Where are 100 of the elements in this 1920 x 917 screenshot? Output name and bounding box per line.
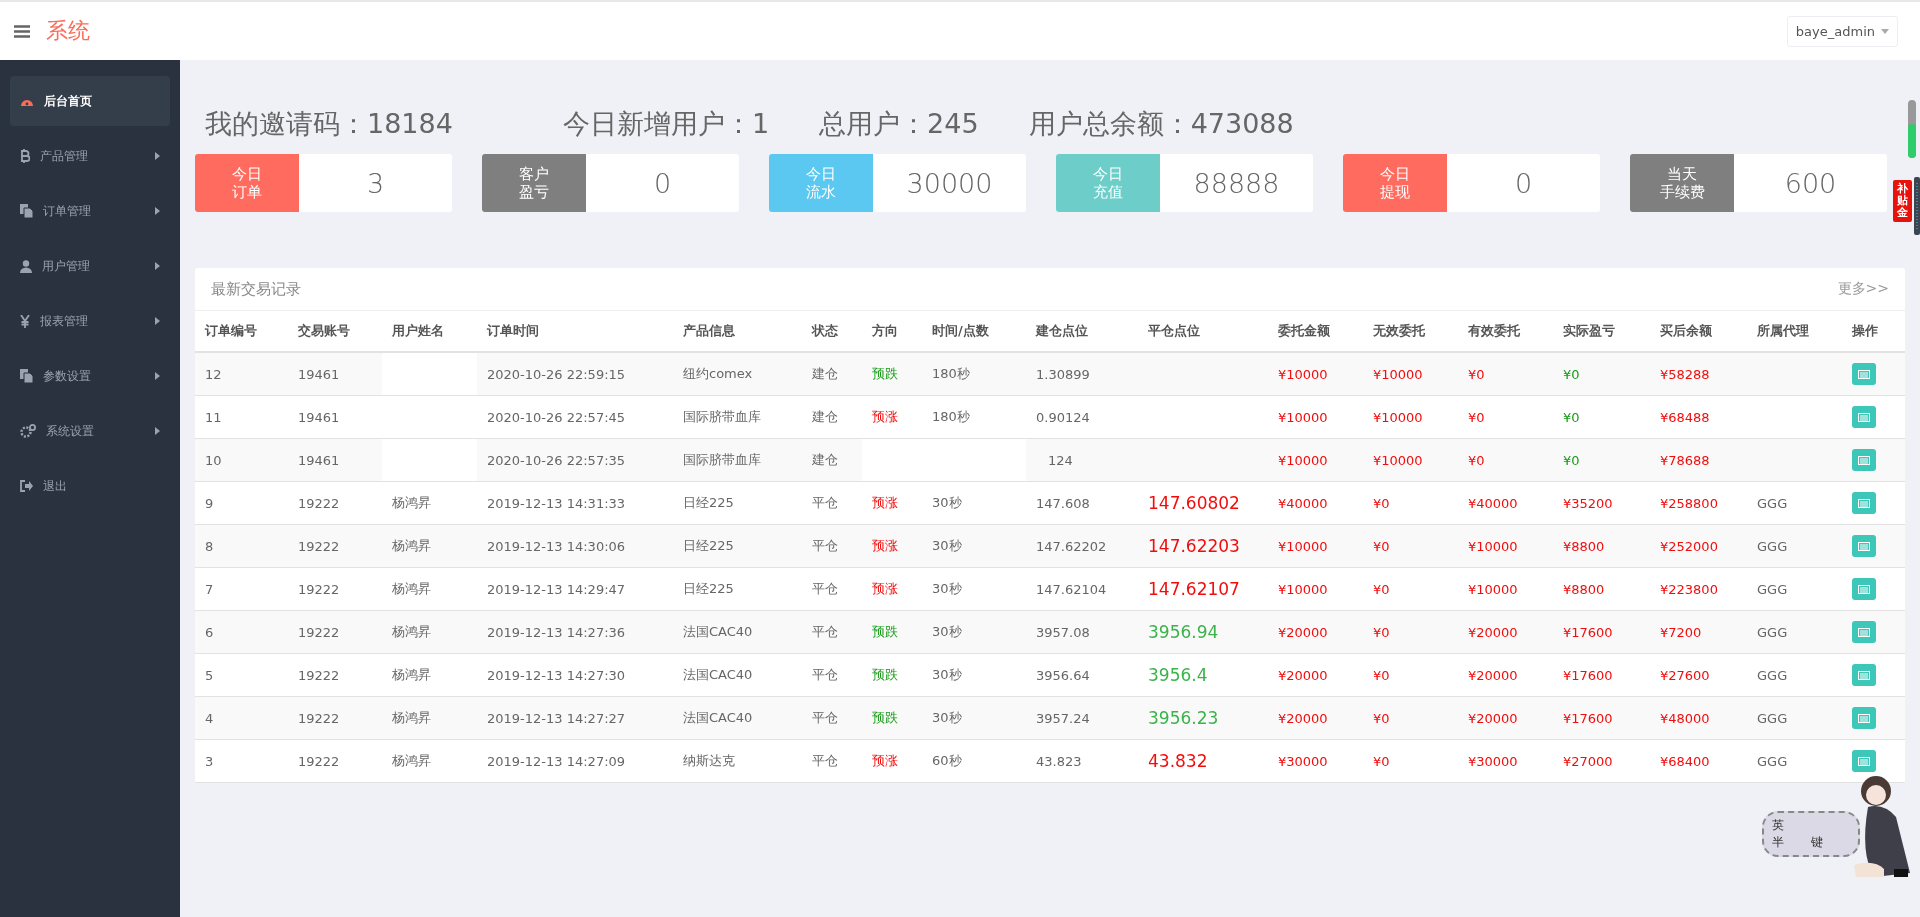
level-meter-icon (1908, 100, 1916, 158)
detail-button[interactable] (1852, 664, 1876, 686)
table-cell-text: 法国CAC40 (682, 709, 754, 727)
table-cell-text: 平仓 (811, 580, 839, 598)
table-cell-text: ¥27000 (1562, 752, 1614, 771)
table-cell-text: 147.608 (1035, 494, 1091, 513)
table-cell-text: ¥20000 (1277, 623, 1329, 642)
summary-stat: 我的邀请码：18184 (205, 107, 453, 141)
detail-button[interactable] (1852, 621, 1876, 643)
table-cell-text: 19222 (297, 580, 341, 599)
sidebar-item[interactable]: 系统设置 (10, 406, 170, 456)
stat-label: 今日 充值 (1056, 154, 1160, 212)
table-cell-text: 平仓 (811, 709, 839, 727)
table-cell-text: 1.30899 (1035, 365, 1091, 384)
table-cell-text: 147.62104 (1035, 580, 1108, 599)
more-link[interactable]: 更多>> (1837, 280, 1889, 298)
list-icon (1858, 498, 1870, 508)
table-cell-text: 杨鸿昇 (391, 537, 432, 555)
sidebar-item[interactable]: 用户管理 (10, 241, 170, 291)
detail-button[interactable] (1852, 492, 1876, 514)
table-cell-text: ¥10000 (1277, 537, 1329, 556)
caret-icon (1881, 28, 1889, 34)
table-cell-text: GGG (1756, 709, 1789, 728)
sidebar-item[interactable]: 退出 (10, 461, 170, 511)
exit-icon (20, 480, 33, 492)
subsidy-badge[interactable]: 补贴金 (1893, 180, 1912, 222)
table-cell-text: 建仓 (811, 451, 839, 469)
table-cell-text: ¥20000 (1467, 666, 1519, 685)
ime-status-bubble[interactable]: 英 半 键 (1762, 811, 1860, 857)
table-cell-text: 3956.94 (1147, 621, 1220, 644)
table-cell-text: ¥0 (1467, 451, 1486, 470)
list-icon (1858, 627, 1870, 637)
table-cell-text: ¥20000 (1467, 709, 1519, 728)
table-cell-text: 日经225 (682, 494, 735, 512)
table-cell-text: ¥40000 (1277, 494, 1329, 513)
table-cell-text: ¥10000 (1467, 580, 1519, 599)
meter-bar-icon (1914, 177, 1920, 235)
table-cell-text: 2019-12-13 14:27:36 (486, 623, 627, 642)
table-cell-text: 平仓 (811, 494, 839, 512)
column-header: 实际盈亏 (1562, 322, 1616, 340)
caret-icon (155, 317, 160, 325)
sidebar-item[interactable]: 后台首页 (10, 76, 170, 126)
detail-button[interactable] (1852, 750, 1876, 772)
table-cell-text: 杨鸿昇 (391, 709, 432, 727)
table-cell-text: ¥20000 (1277, 709, 1329, 728)
gears-icon (20, 424, 36, 438)
table-cell-text: ¥0 (1562, 408, 1581, 427)
table-cell-text: 建仓 (811, 365, 839, 383)
table-cell-text: 预涨 (871, 752, 899, 770)
table-cell-text: 9 (204, 494, 215, 513)
table-cell-text: 预跌 (871, 365, 899, 383)
stat-label: 今日 流水 (769, 154, 873, 212)
table-cell-text: 纽约comex (682, 365, 754, 383)
detail-button[interactable] (1852, 406, 1876, 428)
detail-button[interactable] (1852, 449, 1876, 471)
list-icon (1858, 455, 1870, 465)
detail-button[interactable] (1852, 535, 1876, 557)
menu-icon[interactable] (14, 24, 30, 38)
user-menu[interactable]: baye_admin (1786, 15, 1898, 47)
table-cell-text: ¥17600 (1562, 666, 1614, 685)
table-cell-text: 杨鸿昇 (391, 494, 432, 512)
table-cell-text: 预跌 (871, 623, 899, 641)
table-cell-text: ¥258800 (1659, 494, 1719, 513)
files-icon (20, 204, 33, 218)
table-cell-text: ¥17600 (1562, 623, 1614, 642)
table-cell-text: ¥48000 (1659, 709, 1711, 728)
table-cell-text: ¥0 (1467, 408, 1486, 427)
table-cell-text: 4 (204, 709, 215, 728)
table-cell-text: 预涨 (871, 408, 899, 426)
detail-button[interactable] (1852, 707, 1876, 729)
sidebar-item[interactable]: 订单管理 (10, 186, 170, 236)
table-cell-text: ¥40000 (1467, 494, 1519, 513)
detail-button[interactable] (1852, 578, 1876, 600)
table-cell-text: 30秒 (931, 623, 963, 641)
detail-button[interactable] (1852, 363, 1876, 385)
column-header: 状态 (810, 322, 839, 340)
table-cell-text: 3957.24 (1035, 709, 1091, 728)
app-title: 系统 (46, 17, 90, 45)
table-cell-text: 147.62203 (1147, 535, 1241, 558)
table-cell-text: 10 (204, 451, 223, 470)
table-cell-text: ¥10000 (1277, 408, 1329, 427)
caret-icon (155, 152, 160, 160)
table-cell-text: 30秒 (931, 494, 963, 512)
table-cell-text: ¥35200 (1562, 494, 1614, 513)
summary-stat: 用户总余额：473088 (1028, 107, 1294, 141)
table-cell-text: 19222 (297, 623, 341, 642)
sidebar-item[interactable]: 报表管理 (10, 296, 170, 346)
list-icon (1858, 412, 1870, 422)
table-cell-text: ¥10000 (1277, 451, 1329, 470)
column-header: 产品信息 (682, 322, 736, 340)
sidebar-item[interactable]: 参数设置 (10, 351, 170, 401)
table-cell-text: ¥20000 (1467, 623, 1519, 642)
files-icon (20, 369, 33, 383)
table-cell-text: ¥10000 (1372, 365, 1424, 384)
table-cell-text: 19222 (297, 666, 341, 685)
column-header: 交易账号 (297, 322, 351, 340)
table-cell-text: 19461 (297, 451, 341, 470)
table-cell-text: 8 (204, 537, 215, 556)
sidebar-item[interactable]: 产品管理 (10, 131, 170, 181)
column-header: 平仓点位 (1147, 322, 1201, 340)
